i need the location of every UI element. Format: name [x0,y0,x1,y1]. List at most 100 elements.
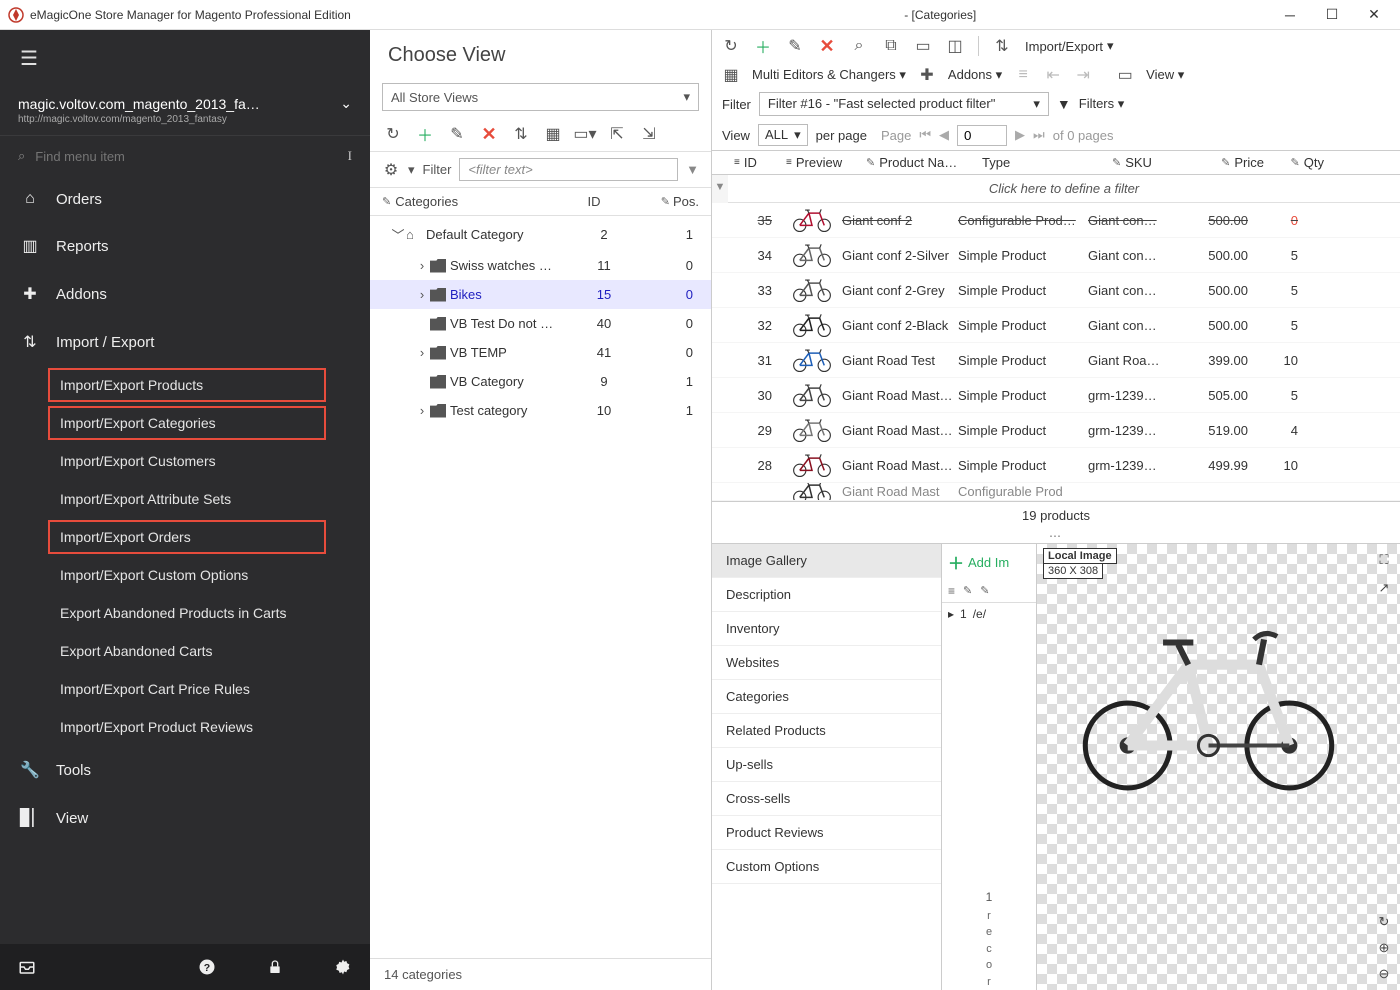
gallery-row[interactable]: ▸1/e/ [942,603,1036,625]
refresh-icon[interactable]: ↻ [384,125,402,143]
paste-icon[interactable]: ▭ [914,37,932,55]
store-switcher[interactable]: magic.voltov.com_magento_2013_fa…⌄ http:… [0,87,370,136]
details-tab[interactable]: Cross-sells [712,782,941,816]
multi-editors-dropdown[interactable]: Multi Editors & Changers ▾ [752,67,906,83]
crop-icon[interactable]: ◫ [946,37,964,55]
details-tab[interactable]: Image Gallery [712,544,941,578]
inbox-icon[interactable] [18,958,36,976]
category-tree-row[interactable]: ›Swiss watches …110 [370,251,711,280]
nav-view[interactable]: ▊▏View [0,794,370,842]
product-row[interactable]: 30Giant Road Mast…Simple Productgrm-1239… [712,378,1400,413]
grid-icon[interactable]: ▦ [722,66,740,84]
sub-import-export-customers[interactable]: Import/Export Customers [0,442,370,480]
page-input[interactable] [957,125,1007,146]
help-icon[interactable]: ? [198,958,216,976]
category-tree-row[interactable]: ›Bikes150 [370,280,711,309]
refresh-icon[interactable]: ↻ [722,37,740,55]
hamburger-icon[interactable]: ☰ [0,30,370,87]
product-row[interactable]: 34Giant conf 2-SilverSimple ProductGiant… [712,238,1400,273]
import-export-dropdown[interactable]: Import/Export ▾ [1025,38,1114,54]
details-tab[interactable]: Custom Options [712,850,941,884]
category-tree-row[interactable]: VB Category91 [370,367,711,396]
store-view-select[interactable]: All Store Views▾ [382,83,699,111]
view-dropdown[interactable]: View ▾ [1146,67,1184,83]
first-page-icon[interactable]: ⏮ [919,127,931,143]
sub-import-export-reviews[interactable]: Import/Export Product Reviews [0,708,370,746]
product-row[interactable]: 31Giant Road TestSimple ProductGiant Roa… [712,343,1400,378]
category-tree-row[interactable]: ›VB TEMP410 [370,338,711,367]
move-icon[interactable]: ⇅ [512,125,530,143]
dropdown-small-icon[interactable]: ▾ [408,162,415,178]
nav-orders[interactable]: ⌂Orders [0,176,370,222]
delete-product-icon[interactable]: ✕ [818,37,836,55]
fullscreen-icon[interactable]: ⛶ [1374,550,1394,570]
sub-import-export-categories[interactable]: Import/Export Categories [48,406,326,440]
product-row[interactable]: 33Giant conf 2-GreySimple ProductGiant c… [712,273,1400,308]
add-product-icon[interactable]: ＋ [754,37,772,55]
category-tree-row[interactable]: ﹀⌂Default Category21 [370,218,711,251]
details-tab[interactable]: Websites [712,646,941,680]
minimize-button[interactable]: ─ [1280,5,1300,25]
collapse-icon[interactable]: ⇲ [640,125,658,143]
sub-export-abandoned-products[interactable]: Export Abandoned Products in Carts [0,594,370,632]
last-page-icon[interactable]: ⏭ [1033,127,1045,143]
sub-import-export-custom-options[interactable]: Import/Export Custom Options [0,556,370,594]
search-input[interactable] [35,149,337,164]
add-icon[interactable]: ＋ [416,125,434,143]
filter-input[interactable]: <filter text> [459,158,678,181]
edit-icon[interactable]: ✎ [448,125,466,143]
funnel-icon[interactable]: ▼ [686,162,699,177]
layout-icon[interactable]: ▭ [1116,66,1134,84]
lock-icon[interactable] [266,958,284,976]
details-tab[interactable]: Categories [712,680,941,714]
sub-export-abandoned-carts[interactable]: Export Abandoned Carts [0,632,370,670]
gear-small-icon[interactable]: ⚙ [382,161,400,179]
image-icon[interactable]: ▦ [544,125,562,143]
details-tab[interactable]: Description [712,578,941,612]
nav-reports[interactable]: ▥Reports [0,222,370,270]
indent-right-icon[interactable]: ⇥ [1074,66,1092,84]
close-button[interactable]: ✕ [1364,5,1384,25]
product-row[interactable]: 28Giant Road Mast…Simple Productgrm-1239… [712,448,1400,483]
open-external-icon[interactable]: ↗ [1374,578,1394,598]
product-row[interactable]: 32Giant conf 2-BlackSimple ProductGiant … [712,308,1400,343]
define-filter-row[interactable]: Click here to define a filter [728,175,1400,203]
zoom-out-icon[interactable]: ⊖ [1374,964,1394,984]
filter-select[interactable]: Filter #16 - "Fast selected product filt… [759,92,1049,116]
puzzle-icon[interactable]: ✚ [918,66,936,84]
expand-icon[interactable]: ⇱ [608,125,626,143]
category-tree-row[interactable]: ›Test category101 [370,396,711,425]
funnel-small-icon[interactable]: ▼ [712,175,728,203]
sort-asc-icon[interactable]: ≡ [1014,66,1032,84]
details-tab[interactable]: Up-sells [712,748,941,782]
details-tab[interactable]: Product Reviews [712,816,941,850]
delete-icon[interactable]: ✕ [480,125,498,143]
filters-dropdown[interactable]: Filters ▾ [1079,96,1125,112]
product-row[interactable]: 29Giant Road Mast…Simple Productgrm-1239… [712,413,1400,448]
details-tab[interactable]: Related Products [712,714,941,748]
product-row[interactable]: 35Giant conf 2Configurable Prod…Giant co… [712,203,1400,238]
view-toggle-icon[interactable]: ▭▾ [576,125,594,143]
prev-page-icon[interactable]: ◀ [939,127,949,143]
gear-icon[interactable] [334,958,352,976]
addons-dropdown[interactable]: Addons ▾ [948,67,1002,83]
indent-left-icon[interactable]: ⇤ [1044,66,1062,84]
rotate-icon[interactable]: ↻ [1374,912,1394,932]
transfer-icon[interactable]: ⇅ [993,37,1011,55]
product-row[interactable]: Giant Road MastConfigurable Prod [712,483,1400,501]
details-tab[interactable]: Inventory [712,612,941,646]
category-tree-row[interactable]: VB Test Do not …400 [370,309,711,338]
sub-import-export-price-rules[interactable]: Import/Export Cart Price Rules [0,670,370,708]
edit-product-icon[interactable]: ✎ [786,37,804,55]
next-page-icon[interactable]: ▶ [1015,127,1025,143]
nav-addons[interactable]: ✚Addons [0,270,370,318]
per-page-select[interactable]: ALL▾ [758,124,808,146]
menu-search[interactable]: ⌕ I [0,136,370,176]
nav-tools[interactable]: 🔧Tools [0,746,370,794]
maximize-button[interactable]: ☐ [1322,5,1342,25]
zoom-in-icon[interactable]: ⊕ [1374,938,1394,958]
search-product-icon[interactable]: ⌕ [850,37,868,55]
sub-import-export-attr-sets[interactable]: Import/Export Attribute Sets [0,480,370,518]
sub-import-export-products[interactable]: Import/Export Products [48,368,326,402]
copy-icon[interactable]: ⧉ [882,37,900,55]
